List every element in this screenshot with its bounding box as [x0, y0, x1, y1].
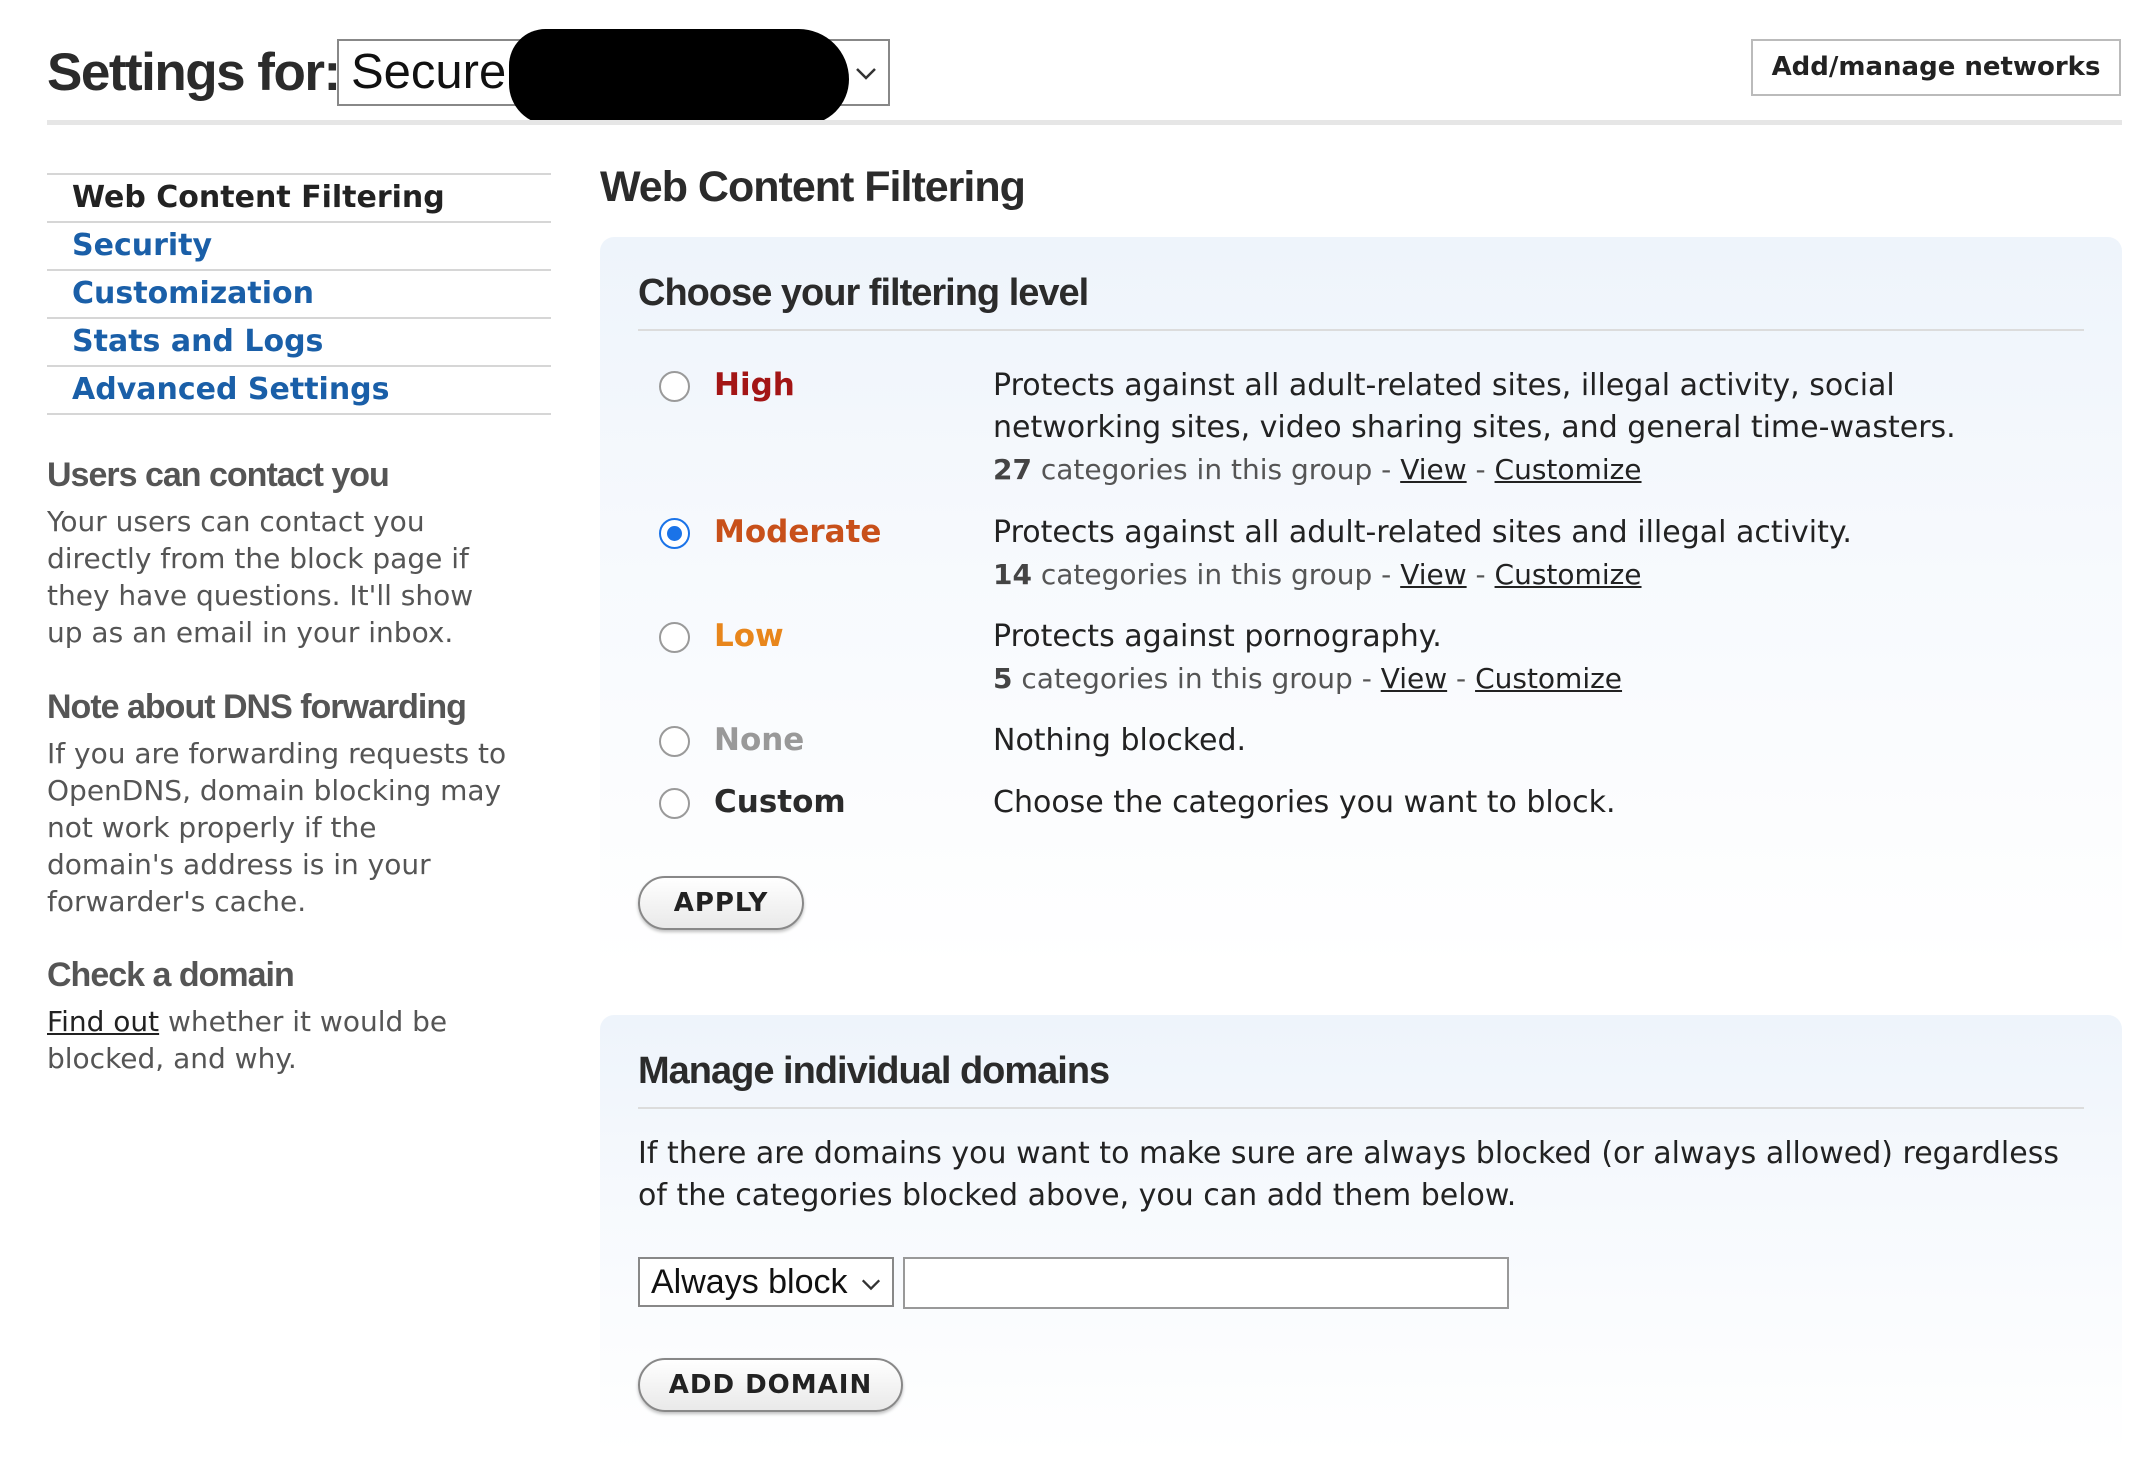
domains-heading: Manage individual domains: [638, 1050, 1110, 1092]
chevron-down-icon: [854, 61, 878, 89]
level-label-none[interactable]: None: [714, 722, 804, 758]
category-text: categories in this group -: [1031, 558, 1401, 591]
domains-description: If there are domains you want to make su…: [638, 1133, 2059, 1217]
level-desc-high-line2: networking sites, video sharing sites, a…: [993, 410, 1956, 445]
level-label-high[interactable]: High: [714, 367, 795, 403]
radio-high[interactable]: [659, 371, 690, 402]
domains-description-line1: If there are domains you want to make su…: [638, 1136, 2059, 1171]
category-count: 14: [993, 558, 1032, 591]
category-text: categories in this group -: [1031, 453, 1401, 486]
domain-input[interactable]: [903, 1257, 1509, 1309]
radio-low[interactable]: [659, 622, 690, 653]
add-domain-button[interactable]: ADD DOMAIN: [638, 1358, 903, 1412]
sidebar-item-advanced-settings[interactable]: Advanced Settings: [47, 365, 551, 415]
domains-description-line2: of the categories blocked above, you can…: [638, 1178, 1517, 1213]
manage-domains-panel: Manage individual domains If there are d…: [600, 1015, 2122, 1455]
filtering-heading: Choose your filtering level: [638, 272, 1089, 314]
level-desc-high-line1: Protects against all adult-related sites…: [993, 368, 1895, 403]
level-cats-moderate: 14 categories in this group - View - Cus…: [993, 558, 1642, 591]
sidebar-item-stats-and-logs[interactable]: Stats and Logs: [47, 317, 551, 365]
dns-note-heading: Note about DNS forwarding: [47, 688, 467, 726]
radio-none[interactable]: [659, 726, 690, 757]
block-mode-value: Always block: [651, 1263, 848, 1301]
level-cats-low: 5 categories in this group - View - Cust…: [993, 662, 1622, 695]
page-title: Settings for:: [47, 43, 341, 102]
sidebar-nav: Web Content Filtering Security Customiza…: [47, 173, 551, 415]
section-title: Web Content Filtering: [600, 163, 1026, 211]
network-select[interactable]: Secure: [337, 29, 890, 125]
level-desc-none: Nothing blocked.: [993, 723, 1247, 758]
find-out-link[interactable]: Find out: [47, 1005, 159, 1038]
separator: -: [1447, 662, 1476, 695]
view-link-moderate[interactable]: View: [1400, 558, 1466, 591]
header-divider: [47, 120, 2122, 125]
network-select-value: Secure: [351, 45, 507, 99]
filtering-level-panel: Choose your filtering level High Protect…: [600, 237, 2122, 972]
radio-custom[interactable]: [659, 788, 690, 819]
customize-link-moderate[interactable]: Customize: [1495, 558, 1642, 591]
dns-note-block: Note about DNS forwarding If you are for…: [47, 685, 507, 920]
sidebar-item-security[interactable]: Security: [47, 221, 551, 269]
level-label-low[interactable]: Low: [714, 618, 784, 654]
separator: -: [1466, 453, 1495, 486]
sidebar-item-customization[interactable]: Customization: [47, 269, 551, 317]
radio-moderate[interactable]: [659, 518, 690, 549]
level-desc-high: Protects against all adult-related sites…: [993, 365, 1956, 449]
customize-link-high[interactable]: Customize: [1495, 453, 1642, 486]
contact-text: Your users can contact you directly from…: [47, 505, 474, 649]
check-domain-text: Find out whether it would be blocked, an…: [47, 1003, 507, 1077]
level-label-custom[interactable]: Custom: [714, 784, 846, 820]
level-desc-moderate: Protects against all adult-related sites…: [993, 515, 1852, 550]
chevron-down-icon: [860, 1273, 882, 1299]
category-count: 5: [993, 662, 1013, 695]
view-link-low[interactable]: View: [1381, 662, 1447, 695]
level-desc-custom: Choose the categories you want to block.: [993, 785, 1616, 820]
level-desc-low: Protects against pornography.: [993, 619, 1442, 654]
category-text: categories in this group -: [1012, 662, 1381, 695]
check-domain-heading: Check a domain: [47, 956, 295, 994]
filtering-divider: [638, 329, 2084, 331]
customize-link-low[interactable]: Customize: [1475, 662, 1622, 695]
block-mode-select[interactable]: Always block: [638, 1257, 894, 1307]
separator: -: [1466, 558, 1495, 591]
category-count: 27: [993, 453, 1032, 486]
check-domain-block: Check a domain Find out whether it would…: [47, 953, 507, 1077]
contact-info-block: Users can contact you Your users can con…: [47, 453, 507, 651]
domains-divider: [638, 1107, 2084, 1109]
add-manage-networks-button[interactable]: Add/manage networks: [1751, 39, 2121, 96]
level-cats-high: 27 categories in this group - View - Cus…: [993, 453, 1642, 486]
level-label-moderate[interactable]: Moderate: [714, 514, 881, 550]
view-link-high[interactable]: View: [1400, 453, 1466, 486]
apply-button[interactable]: APPLY: [638, 876, 804, 930]
contact-heading: Users can contact you: [47, 456, 390, 494]
sidebar-item-web-content-filtering[interactable]: Web Content Filtering: [47, 173, 551, 221]
dns-note-text: If you are forwarding requests to OpenDN…: [47, 737, 507, 918]
redaction-mark: [509, 29, 849, 125]
